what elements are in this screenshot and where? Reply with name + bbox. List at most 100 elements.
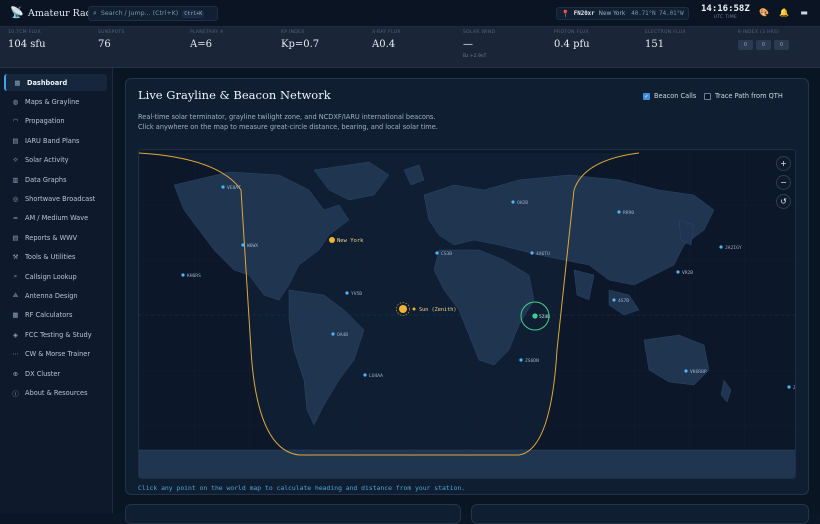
beacon-marker[interactable] xyxy=(519,358,523,362)
sidebar-item-shortwave-broadcast[interactable]: ◎ Shortwave Broadcast xyxy=(4,190,107,207)
qth-marker[interactable] xyxy=(329,237,335,243)
sidebar-item-about-resources[interactable]: ⓘ About & Resources xyxy=(4,384,107,401)
trace-path-checkbox[interactable]: Trace Path from QTH xyxy=(704,92,783,100)
sidebar-item-label: Propagation xyxy=(25,117,65,126)
sidebar-item-label: Tools & Utilities xyxy=(25,253,76,262)
panel-desc-line2: Click anywhere on the map to measure gre… xyxy=(138,123,438,131)
antenna-icon: ⟁ xyxy=(12,291,19,300)
beacon-marker[interactable] xyxy=(684,369,688,373)
beacon-label: ZS6DN xyxy=(525,358,539,364)
globe-icon: ◍ xyxy=(12,97,19,106)
bell-icon[interactable]: 🔔 xyxy=(778,7,790,19)
panel-description: Real-time solar terminator, grayline twi… xyxy=(138,112,438,132)
sidebar-item-label: IARU Band Plans xyxy=(25,136,80,145)
menu-icon[interactable]: ▬ xyxy=(798,7,810,19)
cluster-icon: ⊕ xyxy=(12,369,19,378)
beacon-marker[interactable] xyxy=(241,243,245,247)
sidebar-item-fcc-testing-study[interactable]: ◈ FCC Testing & Study xyxy=(4,326,107,343)
location-badge[interactable]: 📍 FN20xr New York 40.71°N 74.01°W xyxy=(556,7,689,20)
grayline-panel: Live Grayline & Beacon Network Real-time… xyxy=(125,78,809,495)
utc-time: 14:16:58Z xyxy=(701,4,750,14)
sidebar-item-cw-morse-trainer[interactable]: ⋯ CW & Morse Trainer xyxy=(4,346,107,363)
stat-proton[interactable]: PROTON FLUX 0.4 pfu xyxy=(554,30,590,50)
search-input[interactable]: ⌕ Search / Jump... (Ctrl+K) Ctrl+K xyxy=(88,6,218,21)
beacon-marker[interactable] xyxy=(617,210,621,214)
beacon-marker[interactable] xyxy=(363,373,367,377)
beacon-marker[interactable] xyxy=(532,313,538,319)
k-index-history[interactable]: K-INDEX (3 HRS) 0 0 0 xyxy=(738,30,789,50)
stat-value: 76 xyxy=(98,39,111,50)
sidebar-item-maps-grayline[interactable]: ◍ Maps & Grayline xyxy=(4,93,107,110)
grid-square: FN20xr xyxy=(573,10,595,17)
sidebar-item-am-medium-wave[interactable]: ≈ AM / Medium Wave xyxy=(4,210,107,227)
zoom-out-button[interactable]: − xyxy=(776,175,791,190)
k-index-chip: 0 xyxy=(756,40,771,50)
beacon-calls-label: Beacon Calls xyxy=(654,92,697,100)
sidebar-item-dx-cluster[interactable]: ⊕ DX Cluster xyxy=(4,365,107,382)
sidebar-item-label: CW & Morse Trainer xyxy=(25,350,91,359)
sidebar-item-label: FCC Testing & Study xyxy=(25,330,92,339)
sidebar-item-rf-calculators[interactable]: ▦ RF Calculators xyxy=(4,307,107,324)
stat-xray[interactable]: X-RAY FLUX A0.4 xyxy=(372,30,401,50)
sidebar-item-dashboard[interactable]: ▦ Dashboard xyxy=(4,74,107,91)
beacon-label: RR90 xyxy=(623,210,634,216)
sidebar: ▦ Dashboard ◍ Maps & Grayline ◠ Propagation ▤ I… xyxy=(0,68,113,513)
wave-icon: ≈ xyxy=(12,214,19,223)
sidebar-item-reports-wwv[interactable]: ▤ Reports & WWV xyxy=(4,229,107,246)
beacon-label: OA4B xyxy=(337,332,348,338)
sidebar-item-antenna-design[interactable]: ⟁ Antenna Design xyxy=(4,287,107,304)
sidebar-item-label: Maps & Grayline xyxy=(25,97,80,106)
sun-label: Sun (Zenith) xyxy=(419,307,456,313)
sidebar-item-data-graphs[interactable]: ▥ Data Graphs xyxy=(4,171,107,188)
beacon-marker[interactable] xyxy=(345,291,349,295)
stat-kp-index[interactable]: KP INDEX Kp=0.7 xyxy=(281,30,319,50)
graduation-icon: ◈ xyxy=(13,330,18,339)
morse-icon: ⋯ xyxy=(12,350,19,359)
report-icon: ▤ xyxy=(12,233,19,242)
stat-a-index[interactable]: PLANETARY A A=6 xyxy=(190,30,224,50)
beacon-label: OH2B xyxy=(517,200,528,206)
checkbox-unchecked-icon xyxy=(704,92,711,100)
utc-label: UTC TIME xyxy=(713,15,738,20)
stat-electron[interactable]: ELECTRON FLUX 151 xyxy=(645,30,686,50)
sun-icon: ☼ xyxy=(12,156,19,165)
palette-icon[interactable]: 🎨 xyxy=(758,7,770,19)
beacon-marker[interactable] xyxy=(530,251,534,255)
beacon-label: LU4AA xyxy=(369,373,383,379)
sidebar-item-propagation[interactable]: ◠ Propagation xyxy=(4,113,107,130)
stat-value: 0.4 pfu xyxy=(554,39,590,50)
stat-sunspots[interactable]: SUNSPOTS 76 xyxy=(98,30,125,50)
app-logo[interactable]: 📡 Amateur Radio xyxy=(10,6,101,20)
beacon-marker[interactable] xyxy=(181,273,185,277)
sidebar-item-solar-activity[interactable]: ☼ Solar Activity xyxy=(4,152,107,169)
propagation-icon: ◠ xyxy=(12,117,19,126)
beacon-marker[interactable] xyxy=(787,385,791,389)
beacon-marker[interactable] xyxy=(676,270,680,274)
world-map-canvas[interactable]: VE8ATW6WXKH6RSYV5BOA4BLU4AACS3BZS6DN5Z4B… xyxy=(139,150,796,479)
sidebar-item-label: Dashboard xyxy=(27,78,68,87)
chart-icon: ▥ xyxy=(12,175,19,184)
dashboard-icon: ▦ xyxy=(14,78,21,87)
beacon-marker[interactable] xyxy=(719,245,723,249)
sidebar-item-callsign-lookup[interactable]: ⌕ Callsign Lookup xyxy=(4,268,107,285)
zoom-in-button[interactable]: + xyxy=(776,156,791,171)
beacon-marker[interactable] xyxy=(511,200,515,204)
beacon-calls-checkbox[interactable]: ✓ Beacon Calls xyxy=(643,92,696,100)
beacon-marker[interactable] xyxy=(612,298,616,302)
sidebar-item-label: DX Cluster xyxy=(25,369,61,378)
wrench-icon: ⚒ xyxy=(12,253,19,262)
sidebar-item-tools-utilities[interactable]: ⚒ Tools & Utilities xyxy=(4,249,107,266)
sidebar-item-iaru-band-plans[interactable]: ▤ IARU Band Plans xyxy=(4,132,107,149)
world-map[interactable]: VE8AT W6WX KH6RS YV5B OA4B LU4AA CS3B ZS6DN 5Z4B… xyxy=(138,149,796,479)
stat-value: — xyxy=(463,39,473,50)
beacon-marker[interactable] xyxy=(221,185,225,189)
space-weather-bar: 10.7CM FLUX 104 sfu SUNSPOTS 76 PLANETAR… xyxy=(0,27,820,68)
stat-solar-wind[interactable]: SOLAR WIND — Bz +2.9nT xyxy=(463,30,495,59)
stat-solar-flux[interactable]: 10.7CM FLUX 104 sfu xyxy=(8,30,46,50)
beacon-marker[interactable] xyxy=(435,251,439,255)
beacon-label: 4S7B xyxy=(618,298,629,304)
beacon-marker[interactable] xyxy=(331,332,335,336)
stat-value: 151 xyxy=(645,39,665,50)
beacon-label: YV5B xyxy=(351,291,362,297)
reset-view-button[interactable]: ↺ xyxy=(776,194,791,209)
